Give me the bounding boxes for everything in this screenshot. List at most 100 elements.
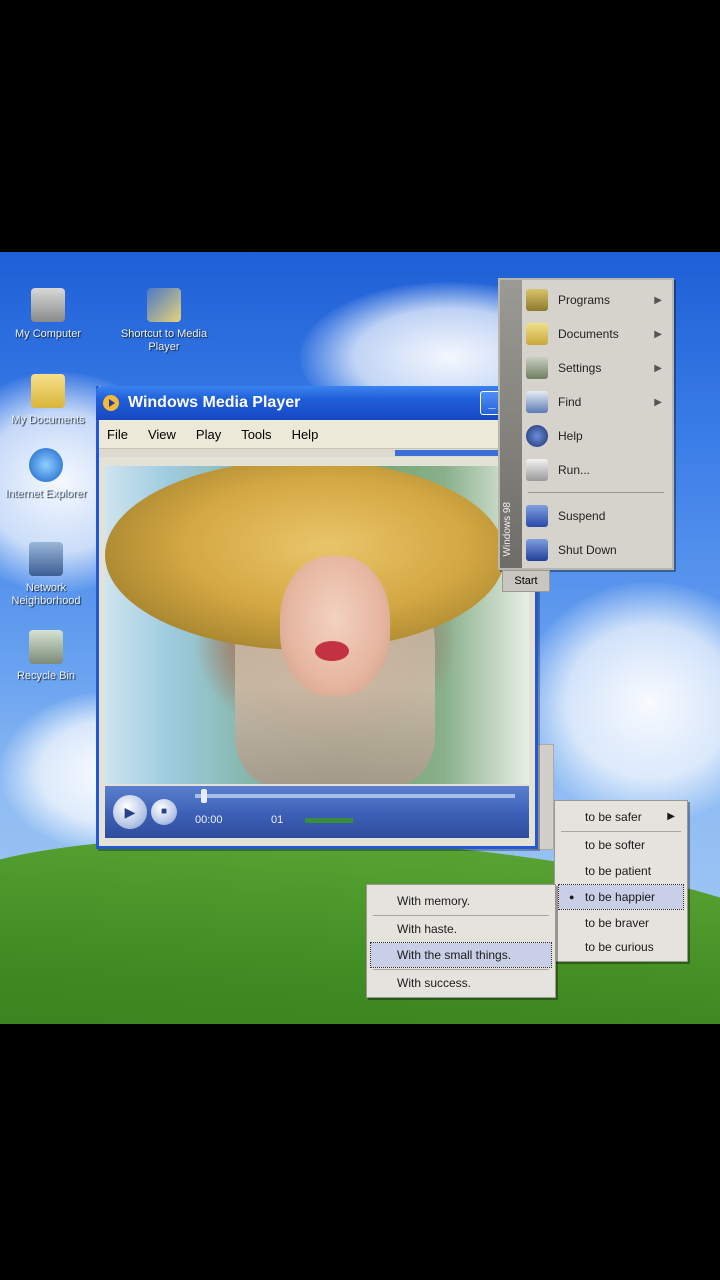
menu-item-label: With memory. [397, 894, 471, 908]
shutdown-icon [526, 539, 548, 561]
menu-file[interactable]: File [107, 427, 128, 442]
menu-separator [561, 831, 681, 832]
start-menu: Windows 98 Programs ▶ Documents ▶ Settings… [498, 278, 674, 570]
with-item-small-things[interactable]: With the small things. [370, 942, 552, 968]
menu-item-label: to be happier [585, 890, 656, 904]
play-button[interactable]: ▶ [113, 795, 147, 829]
submenu-arrow-icon: ▶ [667, 811, 675, 822]
top-seek-fill [395, 450, 515, 456]
media-player-titlebar[interactable]: Windows Media Player _ □ [96, 386, 538, 420]
recycle-bin-icon [29, 630, 63, 664]
start-menu-banner-text: Windows 98 [502, 501, 513, 556]
start-menu-banner: Windows 98 [500, 280, 522, 568]
menu-item-label: With haste. [397, 922, 458, 936]
desktop-icon-media-shortcut[interactable]: Shortcut to Media Player [118, 288, 210, 354]
menu-item-label: to be braver [585, 916, 650, 930]
menu-item-label: to be patient [585, 864, 652, 878]
submenu-arrow-icon: ▶ [654, 294, 662, 306]
seek-thumb[interactable] [201, 789, 207, 803]
start-item-label: Find [558, 395, 582, 409]
documents-icon [526, 323, 548, 345]
start-item-find[interactable]: Find ▶ [526, 386, 668, 418]
video-frame[interactable] [105, 466, 529, 784]
video-mouth [315, 641, 349, 661]
menu-item-label: to be curious [585, 940, 654, 954]
start-item-run[interactable]: Run... [526, 454, 668, 486]
icon-label: Network Neighborhood [11, 582, 81, 607]
feelings-item-braver[interactable]: to be braver [559, 911, 683, 935]
start-item-label: Documents [558, 327, 619, 341]
menu-bar: File View Play Tools Help [99, 420, 535, 449]
start-button[interactable]: Start [502, 570, 550, 592]
menu-item-label: With success. [397, 976, 472, 990]
elapsed-time: 00:00 [195, 814, 223, 826]
start-item-label: Programs [558, 293, 611, 307]
with-item-memory[interactable]: With memory. [371, 889, 551, 913]
top-seek-strip [99, 449, 535, 457]
start-item-shutdown[interactable]: Shut Down [526, 534, 668, 566]
desktop-icon-network[interactable]: Network Neighborhood [0, 542, 92, 608]
run-icon [526, 459, 548, 481]
start-item-documents[interactable]: Documents ▶ [526, 318, 668, 350]
desktop-icon-my-documents[interactable]: My Documents [2, 374, 94, 427]
start-item-settings[interactable]: Settings ▶ [526, 352, 668, 384]
volume-slider[interactable] [305, 818, 353, 823]
video-face [280, 556, 390, 696]
media-player-window: Windows Media Player _ □ File View Play … [96, 386, 538, 849]
feelings-item-softer[interactable]: to be softer [559, 833, 683, 857]
submenu-arrow-icon: ▶ [654, 396, 662, 408]
feelings-item-patient[interactable]: to be patient [559, 859, 683, 883]
with-item-haste[interactable]: With haste. [371, 917, 551, 941]
start-button-label: Start [514, 575, 538, 587]
internet-explorer-icon [29, 448, 63, 482]
with-menu: With memory. With haste. With the small … [366, 884, 556, 998]
find-icon [526, 391, 548, 413]
menu-item-label: to be softer [585, 838, 646, 852]
icon-label: Internet Explorer [5, 488, 87, 500]
media-shortcut-icon [147, 288, 181, 322]
programs-icon [526, 289, 548, 311]
playback-controls: ▶ ■ 00:00 01 [105, 786, 529, 838]
icon-label: My Documents [11, 414, 85, 426]
icon-label: Shortcut to Media Player [120, 328, 208, 353]
menu-view[interactable]: View [148, 427, 176, 442]
help-icon [526, 425, 548, 447]
seek-bar[interactable] [195, 794, 515, 798]
computer-icon [31, 288, 65, 322]
menu-item-label: With the small things. [397, 948, 512, 962]
menu-play[interactable]: Play [196, 427, 221, 442]
icon-label: Recycle Bin [16, 670, 76, 682]
submenu-arrow-icon: ▶ [654, 328, 662, 340]
stop-button[interactable]: ■ [151, 799, 177, 825]
folder-icon [31, 374, 65, 408]
network-icon [29, 542, 63, 576]
with-item-success[interactable]: With success. [371, 971, 551, 995]
stop-icon: ■ [160, 806, 168, 817]
desktop-icon-recycle-bin[interactable]: Recycle Bin [0, 630, 92, 683]
start-item-programs[interactable]: Programs ▶ [526, 284, 668, 316]
start-item-label: Help [558, 429, 583, 443]
window-title: Windows Media Player [128, 394, 301, 411]
start-menu-separator [528, 492, 664, 493]
feelings-item-happier[interactable]: ● to be happier [558, 884, 684, 910]
start-item-help[interactable]: Help [526, 420, 668, 452]
feelings-menu: to be safer ▶ to be softer to be patient … [554, 800, 688, 962]
menu-separator [373, 969, 549, 970]
start-item-label: Shut Down [558, 543, 617, 557]
media-player-app-icon [103, 395, 119, 411]
start-item-label: Suspend [558, 509, 606, 523]
start-item-label: Settings [558, 361, 602, 375]
start-item-suspend[interactable]: Suspend [526, 500, 668, 532]
radio-bullet-icon: ● [569, 892, 575, 902]
icon-label: My Computer [14, 328, 82, 340]
desktop-icon-internet-explorer[interactable]: Internet Explorer [0, 448, 92, 501]
menu-tools[interactable]: Tools [241, 427, 271, 442]
desktop-icon-my-computer[interactable]: My Computer [2, 288, 94, 341]
status-text: 01 [271, 814, 284, 826]
feelings-item-curious[interactable]: to be curious [559, 935, 683, 959]
feelings-item-safer[interactable]: to be safer ▶ [559, 805, 683, 829]
menu-separator [373, 915, 549, 916]
play-icon: ▶ [124, 804, 136, 820]
submenu-arrow-icon: ▶ [654, 362, 662, 374]
menu-help[interactable]: Help [292, 427, 319, 442]
